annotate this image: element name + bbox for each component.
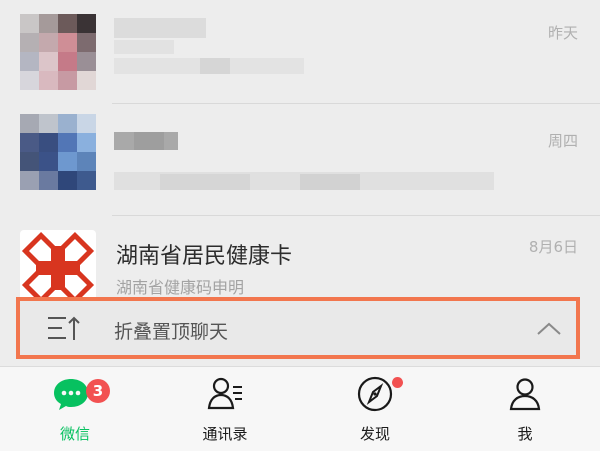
tab-wechat[interactable]: 3 微信: [0, 367, 150, 451]
tab-contacts[interactable]: 通讯录: [150, 367, 300, 451]
chat-row-2[interactable]: 周四: [0, 104, 600, 216]
blurred-name: [114, 40, 174, 54]
blurred-message: [160, 174, 250, 190]
chat-subtitle: 湖南省健康码申明: [116, 278, 245, 297]
new-content-dot: [392, 377, 403, 388]
chat-title: 湖南省居民健康卡: [116, 244, 293, 269]
fold-bar-label: 折叠置顶聊天: [114, 321, 229, 343]
blurred-message: [200, 58, 230, 74]
tab-label: 发现: [359, 425, 390, 443]
person-icon: [509, 378, 541, 411]
chat-time: 8月6日: [528, 238, 578, 256]
tab-label: 我: [517, 425, 533, 443]
unread-badge: 3: [86, 379, 110, 403]
tab-label: 通讯录: [202, 425, 248, 443]
chat-time: 周四: [547, 132, 578, 150]
chat-row-1[interactable]: 昨天: [0, 0, 600, 104]
fold-icon: [48, 316, 80, 340]
chat-bubble-icon: [54, 379, 88, 410]
health-card-logo-icon: [20, 230, 96, 306]
chat-time: 昨天: [547, 24, 578, 42]
blurred-message: [300, 174, 360, 190]
chevron-up-icon[interactable]: [536, 321, 562, 337]
avatar: [20, 114, 96, 190]
tab-discover[interactable]: 发现: [300, 367, 450, 451]
avatar: [20, 14, 96, 90]
compass-icon: [357, 376, 393, 412]
tab-me[interactable]: 我: [450, 367, 600, 451]
fold-pinned-chats-bar[interactable]: 折叠置顶聊天: [16, 297, 580, 359]
bottom-tab-bar: 3 微信 通讯录 发现 我: [0, 366, 600, 451]
blurred-name: [114, 18, 206, 38]
chat-row-health-card[interactable]: 湖南省居民健康卡 湖南省健康码申明 8月6日: [0, 216, 600, 306]
contacts-icon: [207, 377, 242, 410]
blurred-name: [134, 132, 164, 150]
tab-label: 微信: [59, 425, 90, 443]
